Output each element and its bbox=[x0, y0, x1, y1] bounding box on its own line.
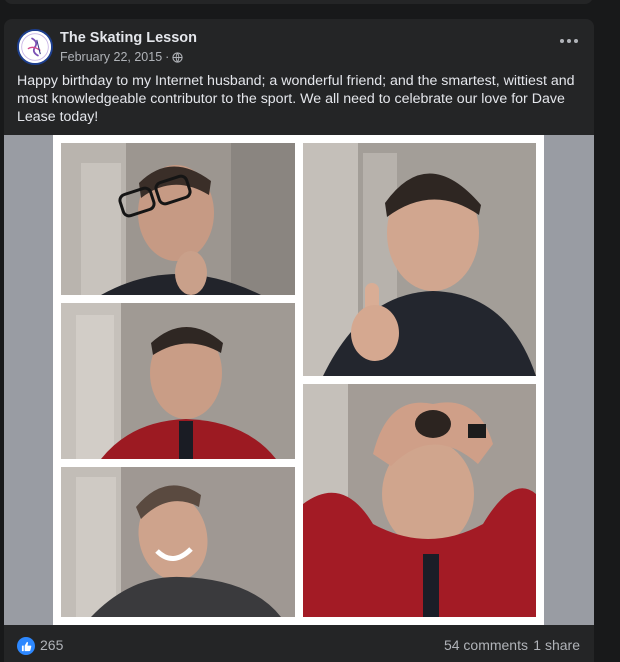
post-footer: 265 54 comments 1 share bbox=[4, 625, 594, 662]
more-horizontal-icon bbox=[567, 39, 571, 43]
post-card: The Skating Lesson February 22, 2015 · H… bbox=[4, 19, 594, 662]
like-count[interactable]: 265 bbox=[40, 637, 63, 653]
previous-post-edge bbox=[0, 0, 620, 8]
photo-glasses-pose[interactable] bbox=[61, 143, 295, 295]
skating-logo-icon bbox=[19, 31, 51, 63]
post-date[interactable]: February 22, 2015 bbox=[60, 50, 162, 64]
post-media[interactable] bbox=[4, 135, 594, 625]
more-horizontal-icon bbox=[560, 39, 564, 43]
meta-separator: · bbox=[165, 50, 170, 64]
post-meta: February 22, 2015 · bbox=[60, 50, 183, 64]
shares-count[interactable]: 1 share bbox=[533, 637, 580, 653]
like-icon[interactable] bbox=[17, 637, 35, 655]
photo-collage[interactable] bbox=[53, 135, 544, 625]
post-header: The Skating Lesson February 22, 2015 · bbox=[4, 19, 594, 79]
page-name[interactable]: The Skating Lesson bbox=[60, 30, 197, 46]
photo-finger-raised[interactable] bbox=[303, 143, 536, 376]
photo-smiling[interactable] bbox=[61, 467, 295, 617]
page-avatar[interactable] bbox=[17, 29, 53, 65]
photo-red-shirt-portrait[interactable] bbox=[61, 303, 295, 459]
comments-count[interactable]: 54 comments bbox=[444, 637, 528, 653]
more-options-button[interactable] bbox=[558, 33, 580, 49]
more-horizontal-icon bbox=[574, 39, 578, 43]
globe-icon bbox=[172, 51, 183, 63]
photo-hands-on-head[interactable] bbox=[303, 384, 536, 617]
feed-page: The Skating Lesson February 22, 2015 · H… bbox=[0, 0, 620, 662]
previous-post-card bbox=[4, 0, 593, 4]
post-caption: Happy birthday to my Internet husband; a… bbox=[17, 73, 575, 125]
